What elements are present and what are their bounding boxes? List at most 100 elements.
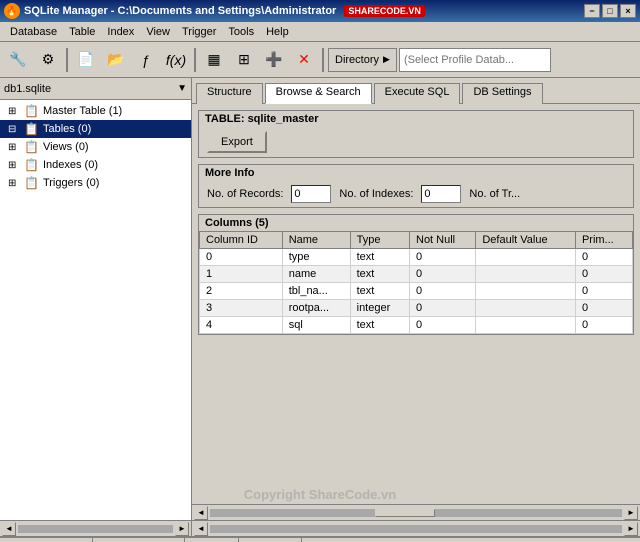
app-icon: 🔥 — [4, 3, 20, 19]
columns-title: Columns (5) — [199, 215, 633, 231]
toolbar-btn-add-row[interactable]: ➕ — [260, 46, 288, 74]
tree-item-triggers[interactable]: ⊞ 📋 Triggers (0) — [0, 174, 191, 192]
status-time: 9:15:14 — [185, 538, 239, 542]
menu-help[interactable]: Help — [260, 24, 295, 40]
table-row: 2tbl_na...text00 — [200, 283, 633, 300]
indexes-label: No. of Indexes: — [339, 188, 413, 200]
columns-table: Column ID Name Type Not Null Default Val… — [199, 231, 633, 334]
tab-execute-sql[interactable]: Execute SQL — [374, 83, 461, 104]
right-panel: Structure Browse & Search Execute SQL DB… — [192, 78, 640, 520]
hscrollbar-left[interactable]: ◄ ► — [0, 521, 192, 536]
tree-item-indexes[interactable]: ⊞ 📋 Indexes (0) — [0, 156, 191, 174]
directory-arrow: ▶ — [383, 54, 390, 65]
tree-view: ⊞ 📋 Master Table (1) ⊟ 📋 Tables (0) ⊞ 📋 … — [0, 100, 191, 520]
tab-browse-search[interactable]: Browse & Search — [265, 83, 372, 104]
hscroll-thumb[interactable] — [375, 509, 435, 517]
table-section: TABLE: sqlite_master Export — [198, 110, 634, 158]
tree-item-tables[interactable]: ⊟ 📋 Tables (0) — [0, 120, 191, 138]
sharecode-badge: SHARECODE.VN — [344, 5, 425, 17]
col-header-notnull: Not Null — [410, 232, 476, 249]
tree-expand-indexes: ⊞ — [8, 160, 20, 171]
col-header-type: Type — [350, 232, 409, 249]
scroll-right-arrow[interactable]: ► — [624, 506, 638, 520]
menu-table[interactable]: Table — [63, 24, 101, 40]
left-scroll-right[interactable]: ► — [175, 522, 189, 536]
db-dropdown-arrow[interactable]: ▼ — [177, 83, 187, 94]
left-panel: db1.sqlite ▼ ⊞ 📋 Master Table (1) ⊟ 📋 Ta… — [0, 78, 192, 520]
toolbar-btn-settings[interactable]: ⚙ — [34, 46, 62, 74]
table-row: 4sqltext00 — [200, 317, 633, 334]
toolbar-btn-new[interactable]: 🔧 — [4, 46, 32, 74]
toolbar-btn-fx[interactable]: f(x) — [162, 46, 190, 74]
hscroll-track[interactable] — [210, 509, 622, 517]
toolbar-btn-open[interactable]: 📄 — [72, 46, 100, 74]
menu-view[interactable]: View — [140, 24, 176, 40]
menu-bar: Database Table Index View Trigger Tools … — [0, 22, 640, 42]
title-text: SQLite Manager - C:\Documents and Settin… — [24, 5, 336, 17]
left-scroll-track[interactable] — [18, 525, 173, 533]
toolbar-sep-1 — [66, 48, 68, 72]
toolbar-btn-del-row[interactable]: ✕ — [290, 46, 318, 74]
triggers-label: No. of Tr... — [469, 188, 520, 200]
toolbar-btn-script[interactable]: ƒ — [132, 46, 160, 74]
table-row: 1nametext00 — [200, 266, 633, 283]
toolbar-btn-folder[interactable]: 📂 — [102, 46, 130, 74]
export-button[interactable]: Export — [207, 131, 267, 153]
col-header-default: Default Value — [476, 232, 576, 249]
more-info-section: More Info No. of Records: 0 No. of Index… — [198, 164, 634, 208]
menu-index[interactable]: Index — [101, 24, 140, 40]
right-scroll-right[interactable]: ► — [624, 522, 638, 536]
left-scroll-left[interactable]: ◄ — [2, 522, 16, 536]
table-row: 3rootpa...integer00 — [200, 300, 633, 317]
close-button[interactable]: × — [620, 4, 636, 18]
col-header-name: Name — [282, 232, 350, 249]
more-info-row: No. of Records: 0 No. of Indexes: 0 No. … — [199, 181, 633, 207]
files-info: Number of files in selected directory: 8 — [302, 538, 640, 542]
toolbar-sep-3 — [322, 48, 324, 72]
menu-database[interactable]: Database — [4, 24, 63, 40]
tree-expand-views: ⊞ — [8, 142, 20, 153]
status-mode: Exclusive — [239, 538, 302, 542]
minimize-button[interactable]: − — [584, 4, 600, 18]
scroll-left-arrow[interactable]: ◄ — [194, 506, 208, 520]
tab-structure[interactable]: Structure — [196, 83, 263, 104]
menu-trigger[interactable]: Trigger — [176, 24, 222, 40]
sqlite-version: SQLite 3.6.16.1 — [0, 538, 93, 542]
indexes-value: 0 — [421, 185, 461, 203]
tree-item-master[interactable]: ⊞ 📋 Master Table (1) — [0, 102, 191, 120]
table-title: TABLE: sqlite_master — [199, 111, 633, 127]
tree-item-views[interactable]: ⊞ 📋 Views (0) — [0, 138, 191, 156]
menu-tools[interactable]: Tools — [222, 24, 260, 40]
records-value: 0 — [291, 185, 331, 203]
col-header-prim: Prim... — [575, 232, 632, 249]
table-row: 0typetext00 — [200, 249, 633, 266]
main-area: db1.sqlite ▼ ⊞ 📋 Master Table (1) ⊟ 📋 Ta… — [0, 78, 640, 520]
hscrollbar-right[interactable]: ◄ ► — [192, 521, 640, 536]
tab-db-settings[interactable]: DB Settings — [462, 83, 542, 104]
tree-expand-tables: ⊟ — [8, 124, 20, 135]
right-scroll-left[interactable]: ◄ — [194, 522, 208, 536]
gecko-version: Gecko 1.9.2.13 — [93, 538, 185, 542]
toolbar-btn-table[interactable]: ▦ — [200, 46, 228, 74]
directory-button[interactable]: Directory ▶ — [328, 48, 397, 72]
profile-select[interactable] — [399, 48, 551, 72]
more-info-title: More Info — [199, 165, 633, 181]
db-header: db1.sqlite ▼ — [0, 78, 191, 100]
directory-label: Directory — [335, 54, 379, 66]
records-label: No. of Records: — [207, 188, 283, 200]
toolbar-sep-2 — [194, 48, 196, 72]
col-header-id: Column ID — [200, 232, 283, 249]
columns-section: Columns (5) Column ID Name Type Not Null… — [198, 214, 634, 335]
tree-expand-master: ⊞ — [8, 106, 20, 117]
maximize-button[interactable]: □ — [602, 4, 618, 18]
tree-expand-triggers: ⊞ — [8, 178, 20, 189]
right-scroll-track[interactable] — [210, 525, 622, 533]
title-bar: 🔥 SQLite Manager - C:\Documents and Sett… — [0, 0, 640, 22]
hscrollbar-content[interactable]: ◄ ► — [192, 504, 640, 520]
status-bar: SQLite 3.6.16.1 Gecko 1.9.2.13 9:15:14 E… — [0, 536, 640, 542]
toolbar: 🔧 ⚙ 📄 📂 ƒ f(x) ▦ ⊞ ➕ ✕ Directory ▶ — [0, 42, 640, 78]
toolbar-btn-grid[interactable]: ⊞ — [230, 46, 258, 74]
db-name-label: db1.sqlite — [4, 83, 177, 95]
content-area: TABLE: sqlite_master Export More Info No… — [192, 104, 640, 504]
tabs: Structure Browse & Search Execute SQL DB… — [192, 78, 640, 104]
